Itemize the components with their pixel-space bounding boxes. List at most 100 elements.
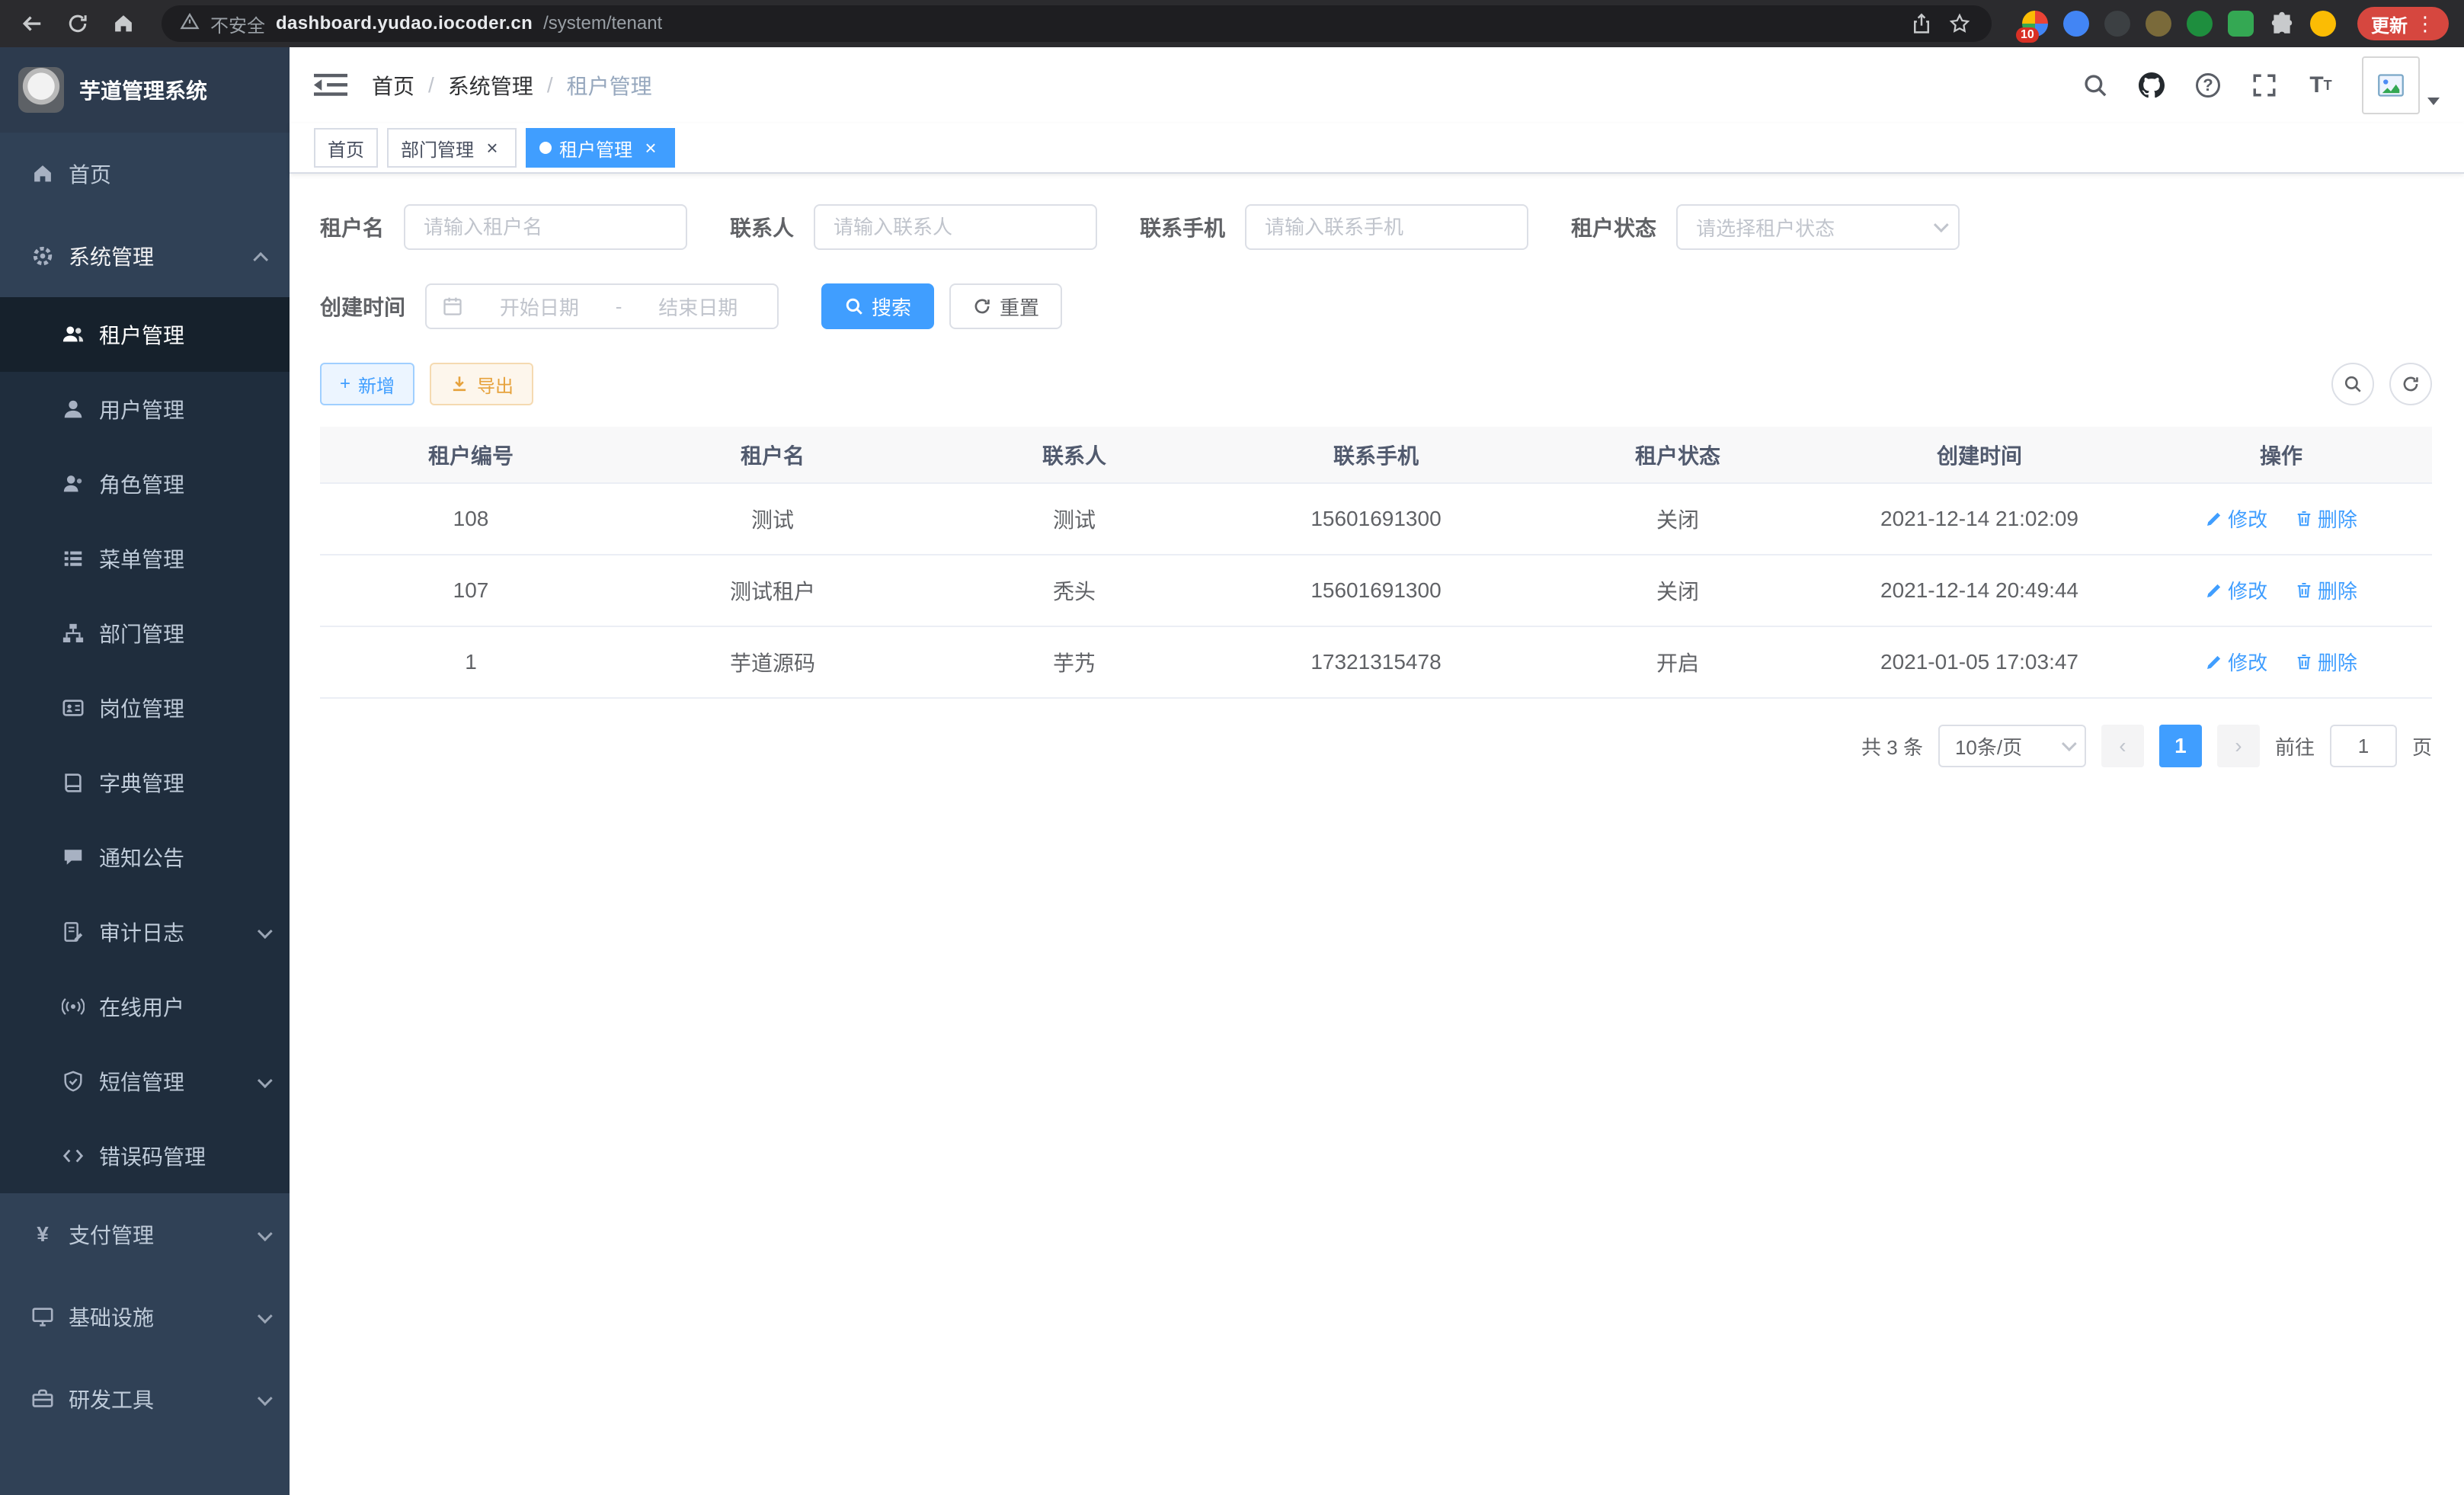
tab-home[interactable]: 首页: [314, 128, 378, 168]
sidebar-item-label: 系统管理: [69, 241, 154, 271]
sidebar-item-system-management[interactable]: 系统管理: [0, 215, 290, 297]
warning-icon[interactable]: [180, 11, 200, 37]
question-icon[interactable]: ?: [2193, 70, 2223, 101]
delete-link[interactable]: 删除: [2295, 504, 2357, 533]
search-button[interactable]: 搜索: [821, 283, 934, 329]
browser-update-button[interactable]: 更新 ⋮: [2357, 7, 2449, 40]
breadcrumb-home[interactable]: 首页: [372, 70, 414, 101]
main-area: 首页 / 系统管理 / 租户管理 ?: [290, 47, 2464, 1495]
puzzle-icon[interactable]: [2269, 11, 2295, 37]
page-size-select[interactable]: 10条/页: [1938, 725, 2086, 767]
monitor-icon: [30, 1305, 55, 1329]
contact-input[interactable]: [814, 204, 1097, 250]
font-size-icon[interactable]: TT: [2306, 70, 2336, 101]
prev-page-button[interactable]: ‹: [2101, 725, 2144, 767]
tab-label: 首页: [328, 135, 364, 162]
next-page-button[interactable]: ›: [2217, 725, 2260, 767]
sidebar-item-label: 审计日志: [99, 917, 184, 947]
search-icon[interactable]: [2080, 70, 2110, 101]
edit-link[interactable]: 修改: [2205, 576, 2267, 604]
total-count: 共 3 条: [1861, 732, 1923, 760]
edit-link[interactable]: 修改: [2205, 648, 2267, 676]
sidebar-item-role-management[interactable]: 角色管理: [0, 447, 290, 521]
sidebar-item-notice[interactable]: 通知公告: [0, 820, 290, 895]
sidebar-item-dev-tools[interactable]: 研发工具: [0, 1358, 290, 1440]
delete-link[interactable]: 删除: [2295, 576, 2357, 604]
table-toolbar: + 新增 导出: [320, 363, 2432, 405]
sidebar-item-error-code-management[interactable]: 错误码管理: [0, 1119, 290, 1193]
star-icon[interactable]: [1946, 10, 1973, 37]
extension-icon[interactable]: 10: [2022, 11, 2048, 37]
extension-icon[interactable]: [2146, 11, 2171, 37]
sidebar-item-home[interactable]: 首页: [0, 133, 290, 215]
caret-down-icon: [2427, 98, 2440, 105]
contact-field: 联系人: [730, 204, 1097, 250]
close-icon[interactable]: ×: [482, 137, 503, 158]
sidebar-item-menu-management[interactable]: 菜单管理: [0, 521, 290, 596]
share-icon[interactable]: [1908, 10, 1935, 37]
delete-link[interactable]: 删除: [2295, 648, 2357, 676]
refresh-icon[interactable]: [2389, 363, 2432, 405]
extension-icon[interactable]: [2228, 11, 2254, 37]
column-header: 租户名: [622, 427, 923, 483]
sidebar-item-post-management[interactable]: 岗位管理: [0, 671, 290, 745]
app-logo[interactable]: 芋道管理系统: [0, 47, 290, 133]
tab-dept-management[interactable]: 部门管理 ×: [387, 128, 517, 168]
sidebar-item-sms-management[interactable]: 短信管理: [0, 1044, 290, 1119]
org-tree-icon: [61, 621, 85, 645]
sidebar-item-infrastructure[interactable]: 基础设施: [0, 1276, 290, 1358]
user-avatar-menu[interactable]: [2362, 56, 2440, 114]
security-label[interactable]: 不安全: [210, 11, 265, 37]
tenant-name-input[interactable]: [404, 204, 687, 250]
date-end-placeholder[interactable]: 结束日期: [634, 293, 762, 321]
cell-status: 开启: [1527, 626, 1829, 698]
sidebar-item-user-management[interactable]: 用户管理: [0, 372, 290, 447]
breadcrumb-system: 系统管理: [448, 70, 533, 101]
sidebar-item-audit-log[interactable]: 审计日志: [0, 895, 290, 969]
export-button[interactable]: 导出: [430, 363, 533, 405]
sidebar-item-label: 首页: [69, 158, 111, 189]
status-select[interactable]: 请选择租户状态: [1676, 204, 1960, 250]
home-icon: [30, 162, 55, 186]
sidebar-item-online-users[interactable]: 在线用户: [0, 969, 290, 1044]
tab-tenant-management[interactable]: 租户管理 ×: [526, 128, 675, 168]
sidebar-item-label: 通知公告: [99, 842, 184, 872]
extension-icon[interactable]: [2310, 11, 2336, 37]
edit-link[interactable]: 修改: [2205, 504, 2267, 533]
goto-page-input[interactable]: [2330, 725, 2397, 767]
cell-actions: 修改 删除: [2130, 626, 2432, 698]
column-header: 租户状态: [1527, 427, 1829, 483]
kebab-menu-icon[interactable]: ⋮: [2415, 12, 2435, 36]
date-range-picker[interactable]: 开始日期 - 结束日期: [425, 283, 779, 329]
sidebar-item-payment-management[interactable]: ¥ 支付管理: [0, 1193, 290, 1276]
sidebar-toggle-icon[interactable]: [314, 69, 347, 102]
reset-button[interactable]: 重置: [949, 283, 1062, 329]
tenant-name-field: 租户名: [320, 204, 687, 250]
sidebar-item-label: 错误码管理: [99, 1141, 206, 1171]
sidebar-item-tenant-management[interactable]: 租户管理: [0, 297, 290, 372]
home-nav-icon[interactable]: [107, 7, 140, 40]
back-icon[interactable]: [15, 7, 49, 40]
extension-icon[interactable]: [2063, 11, 2089, 37]
sidebar-item-label: 岗位管理: [99, 693, 184, 723]
toggle-search-icon[interactable]: [2331, 363, 2374, 405]
extension-icon[interactable]: [2187, 11, 2213, 37]
cell-status: 关闭: [1527, 483, 1829, 555]
fullscreen-icon[interactable]: [2249, 70, 2280, 101]
sidebar-item-dept-management[interactable]: 部门管理: [0, 596, 290, 671]
close-icon[interactable]: ×: [640, 137, 661, 158]
column-header: 租户编号: [320, 427, 622, 483]
chevron-down-icon: [258, 1387, 268, 1411]
date-start-placeholder[interactable]: 开始日期: [475, 293, 603, 321]
filter-row-2: 创建时间 开始日期 - 结束日期 搜索: [320, 283, 2432, 329]
sidebar-item-dict-management[interactable]: 字典管理: [0, 745, 290, 820]
broadcast-icon: [61, 994, 85, 1019]
reload-icon[interactable]: [61, 7, 94, 40]
extension-icon[interactable]: [2104, 11, 2130, 37]
add-button[interactable]: + 新增: [320, 363, 414, 405]
phone-input[interactable]: [1245, 204, 1528, 250]
github-icon[interactable]: [2136, 70, 2167, 101]
browser-extensions: 10: [2022, 11, 2336, 37]
address-bar[interactable]: 不安全 dashboard.yudao.iocoder.cn/system/te…: [162, 5, 1992, 42]
page-number-button[interactable]: 1: [2159, 725, 2202, 767]
